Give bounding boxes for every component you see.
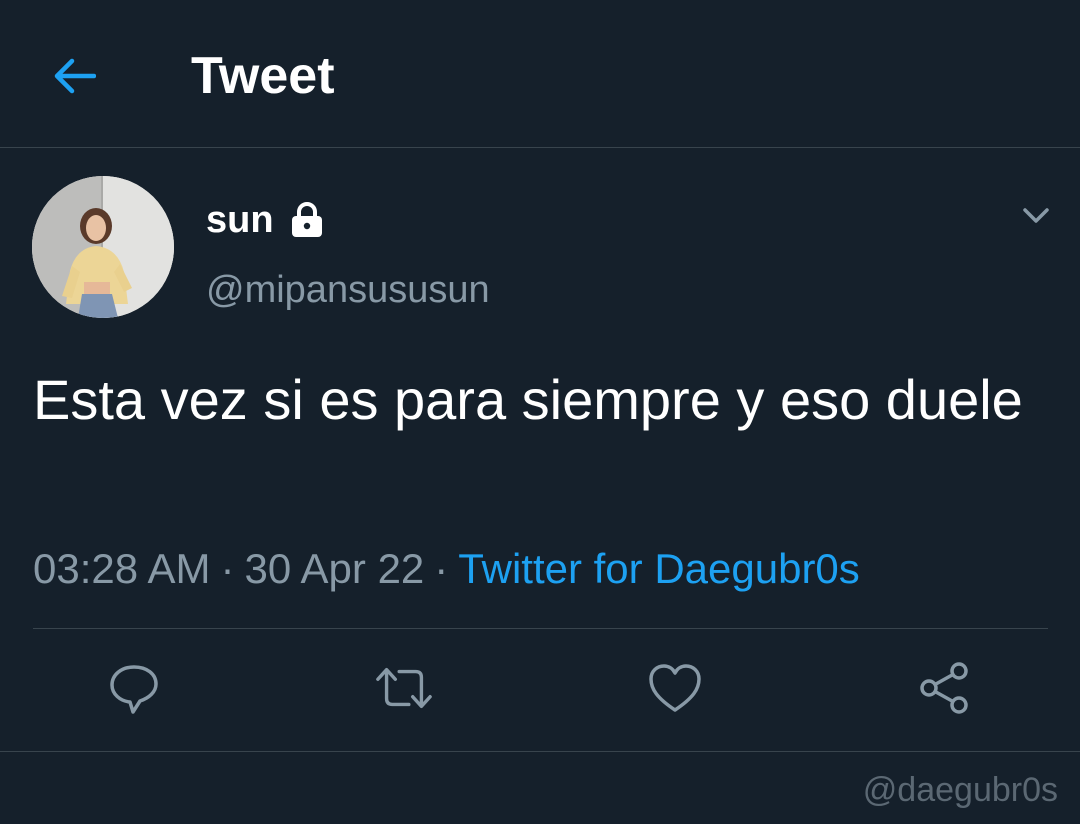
display-name[interactable]: sun — [206, 196, 326, 244]
chevron-down-icon — [1023, 208, 1049, 223]
tweet-date: 30 Apr 22 — [244, 545, 425, 592]
tweet-meta: 03:28 AM · 30 Apr 22 · Twitter for Daegubr0s — [33, 543, 860, 595]
tweet-text: Esta vez si es para siempre y eso duele — [33, 368, 1023, 431]
tweet-menu-button[interactable] — [1012, 198, 1060, 234]
page-title: Tweet — [191, 47, 335, 105]
like-button[interactable] — [645, 658, 705, 718]
lock-icon — [291, 202, 322, 237]
heart-icon — [649, 664, 701, 712]
watermark: @daegubr0s — [862, 771, 1058, 809]
divider — [0, 751, 1080, 752]
avatar[interactable] — [32, 176, 174, 318]
reply-button[interactable] — [104, 658, 164, 718]
top-app-bar: Tweet — [0, 0, 1080, 148]
tweet-time: 03:28 AM — [33, 545, 211, 592]
reply-icon — [110, 665, 158, 714]
back-button[interactable] — [46, 48, 102, 104]
tweet-detail-screen: Tweet sun @mipansususun Esta vez si es p… — [0, 0, 1080, 824]
tweet-action-bar — [0, 658, 1080, 718]
display-name-text: sun — [206, 199, 274, 241]
meta-separator: · — [434, 545, 449, 592]
retweet-button[interactable] — [374, 658, 434, 718]
retweet-icon — [376, 667, 432, 709]
share-icon — [920, 662, 968, 714]
user-handle[interactable]: @mipansususun — [206, 266, 490, 314]
divider — [33, 628, 1048, 629]
meta-separator: · — [220, 545, 235, 592]
arrow-left-icon — [54, 58, 96, 94]
share-button[interactable] — [914, 658, 974, 718]
tweet-source-link[interactable]: Twitter for Daegubr0s — [458, 545, 860, 592]
avatar-photo — [32, 176, 174, 318]
